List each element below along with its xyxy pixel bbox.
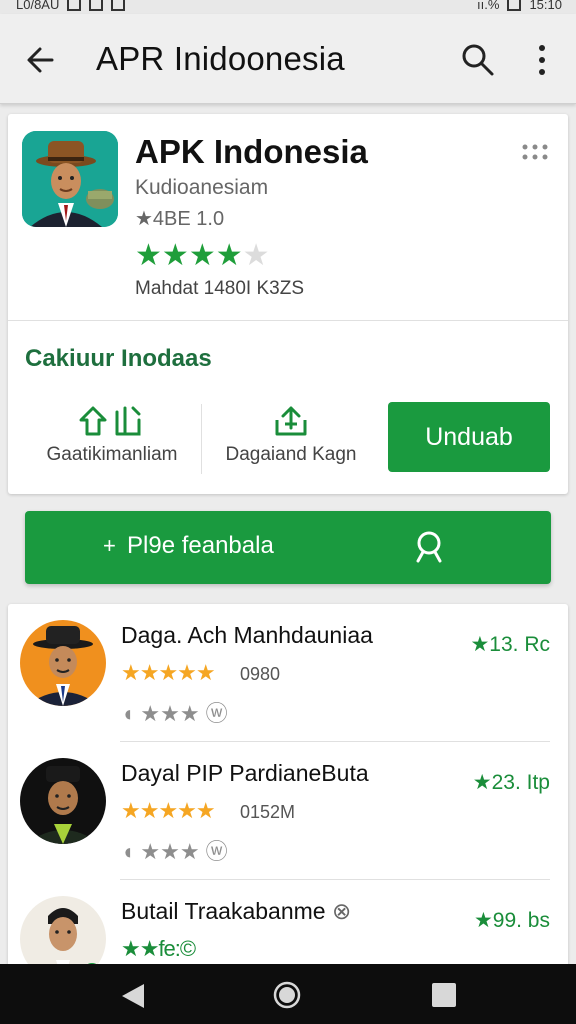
- nav-home-icon[interactable]: [272, 980, 302, 1015]
- status-time: 15:10: [529, 0, 562, 12]
- star-icon: ★: [161, 239, 189, 272]
- item-stars: ★★fe:©: [121, 936, 196, 961]
- item-name: Daga. Ach Manhdauniaa: [121, 622, 373, 648]
- item-count: 0152M: [240, 802, 296, 822]
- app-list: Daga. Ach Manhdauniaa ★13. Rc ★★★★★ 0980…: [8, 604, 568, 982]
- item-stars: ★★★★★: [121, 660, 216, 685]
- star-empty-icon: ★: [242, 239, 270, 272]
- list-item[interactable]: Daga. Ach Manhdauniaa ★13. Rc ★★★★★ 0980…: [8, 604, 568, 742]
- search-icon[interactable]: [458, 40, 498, 80]
- app-icon: [22, 131, 118, 227]
- avatar: [20, 620, 106, 706]
- item-stars: ★★★★★: [121, 798, 216, 823]
- share-icon: [79, 406, 141, 436]
- share-action[interactable]: Gaatikimanliam: [32, 404, 192, 466]
- item-actions: ◖ ★★★ ⓦ: [121, 839, 228, 864]
- share-action-label: Gaatikimanliam: [46, 444, 178, 465]
- section-title: Cakiuur Inodaas: [25, 345, 212, 372]
- star-icon: ★: [473, 909, 493, 932]
- play-button-label: Pl9e feanbala: [127, 532, 274, 559]
- status-left-text: L0/8AU: [16, 0, 60, 12]
- list-item[interactable]: Dayal PIP PardianeButa ★23. Itp ★★★★★ 01…: [8, 742, 568, 880]
- grid-more-icon[interactable]: [520, 142, 550, 162]
- app-bar: APR Inidoonesia: [0, 14, 576, 104]
- battery-icon: [507, 0, 522, 11]
- item-count: 0980: [240, 664, 281, 684]
- upload-action[interactable]: Dagaiand Kagn: [216, 404, 366, 466]
- app-name: APK Indonesia: [135, 133, 368, 170]
- play-button[interactable]: + Pl9e feanbala: [25, 511, 551, 584]
- item-rating: ★99. bs: [473, 909, 550, 932]
- status-bar: L0/8AU ıı.% 15:10: [0, 0, 576, 14]
- app-version: ★4BE 1.0: [135, 208, 225, 230]
- star-icon: ★: [472, 771, 492, 794]
- divider: [201, 404, 202, 474]
- star-icon: ★: [135, 239, 162, 272]
- star-icon: ★: [188, 239, 216, 272]
- item-rating: ★23. Itp: [472, 771, 550, 794]
- upload-icon: [275, 406, 307, 436]
- notification-icon-2: [89, 0, 104, 11]
- search-icon: [410, 527, 450, 572]
- item-name: Butail Traakabanme ⊗: [121, 898, 352, 924]
- plus-icon: +: [103, 533, 116, 558]
- item-actions: ◖ ★★★ ⓦ: [121, 701, 228, 726]
- star-icon: ★: [470, 633, 490, 656]
- page-title: APR Inidoonesia: [96, 40, 345, 77]
- signal-icon: ıı.%: [477, 0, 500, 12]
- upload-action-label: Dagaiand Kagn: [225, 444, 357, 465]
- nav-back-icon[interactable]: [120, 982, 146, 1015]
- verified-icon: ⊗: [331, 898, 352, 924]
- app-developer[interactable]: Kudioanesiam: [135, 176, 268, 200]
- back-arrow-icon[interactable]: [22, 40, 62, 80]
- nav-recents-icon[interactable]: [432, 983, 456, 1007]
- item-rating: ★13. Rc: [470, 633, 550, 656]
- system-nav-bar: [0, 964, 576, 1024]
- notification-icon-3: [111, 0, 126, 11]
- item-name: Dayal PIP PardianeButa: [121, 760, 369, 786]
- app-details-card: APK Indonesia Kudioanesiam ★4BE 1.0 ★★★★…: [8, 114, 568, 494]
- divider: [8, 320, 568, 321]
- avatar: [20, 758, 106, 844]
- app-rating-stars: ★★★★★: [135, 238, 270, 273]
- notification-icon: [67, 0, 82, 11]
- star-icon: ★: [215, 239, 243, 272]
- app-meta: Mahdat 1480I K3ZS: [135, 278, 304, 299]
- install-button[interactable]: Unduab: [388, 402, 550, 472]
- more-vert-icon[interactable]: [526, 40, 558, 80]
